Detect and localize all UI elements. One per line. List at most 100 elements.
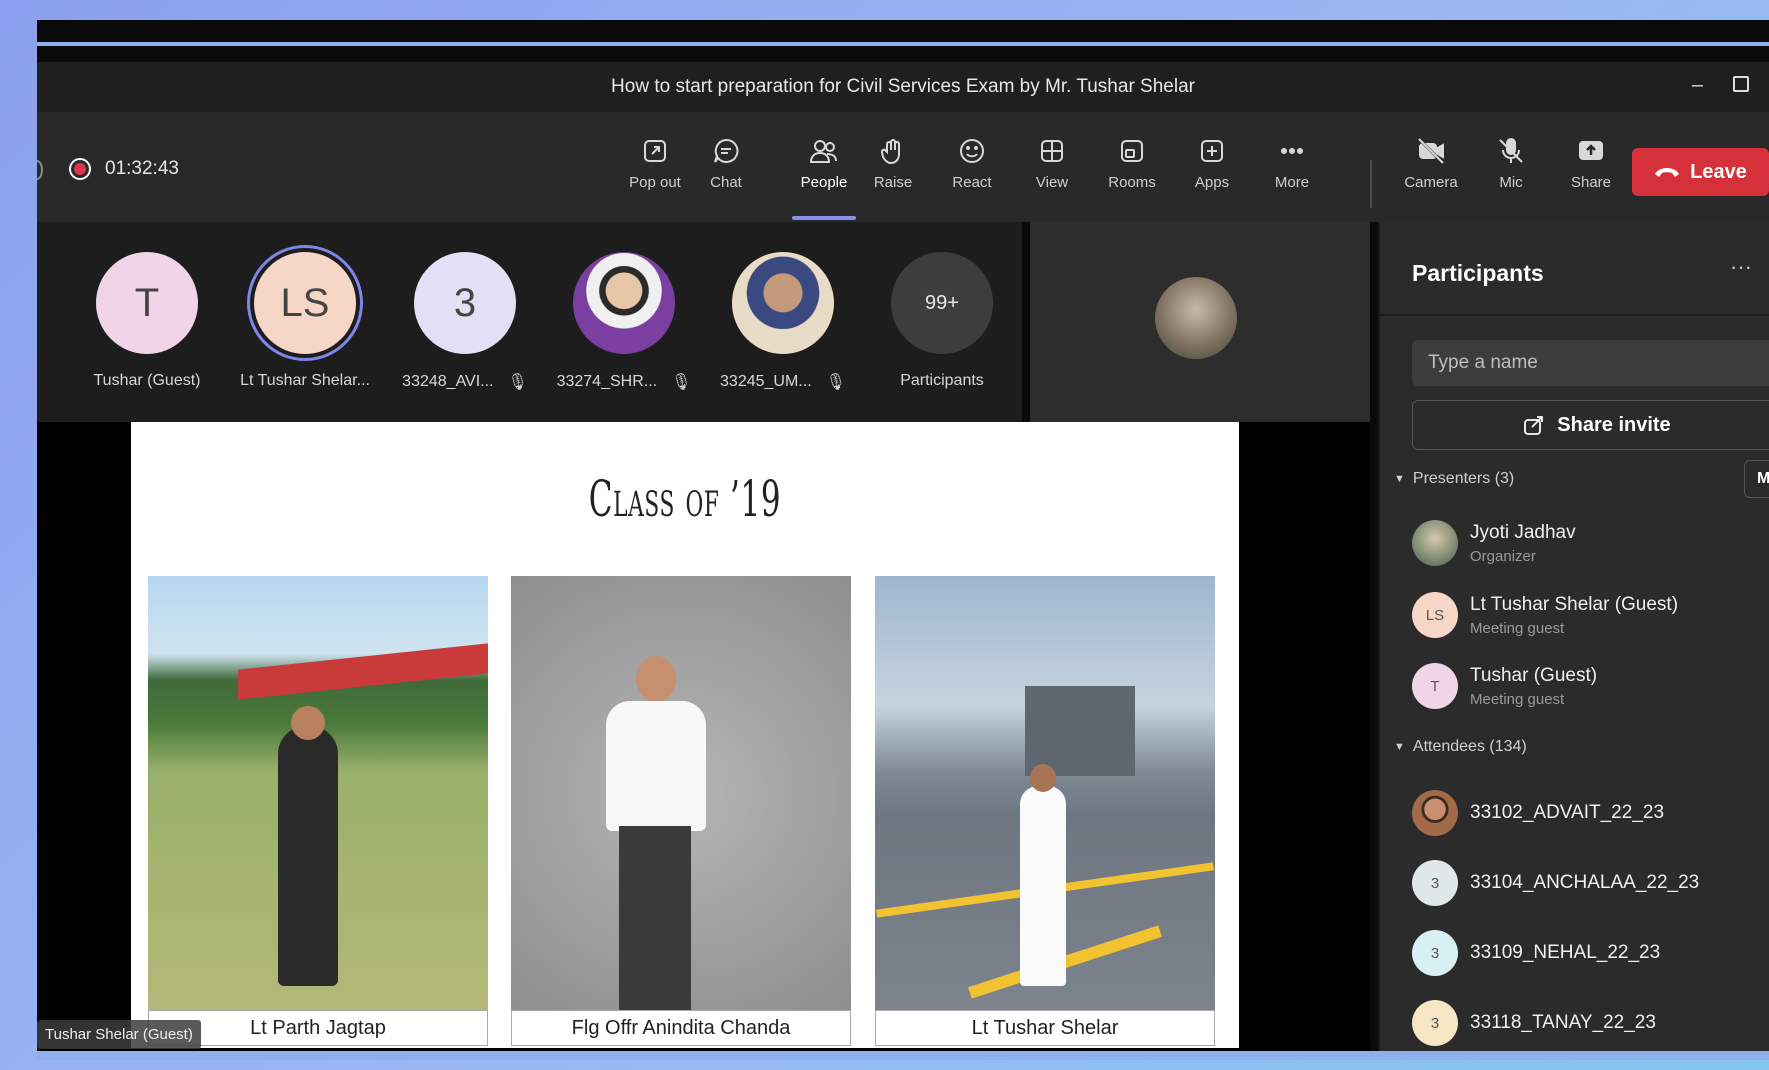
- participant-tile[interactable]: T Tushar (Guest): [67, 252, 227, 390]
- rooms-label: Rooms: [1108, 174, 1156, 191]
- attendee-row[interactable]: 3 33104_ANCHALAA_22_23: [1412, 860, 1699, 906]
- mic-off-icon: 🎙: [507, 374, 528, 391]
- mic-label: Mic: [1499, 174, 1523, 191]
- minimize-icon[interactable]: –: [1692, 74, 1703, 97]
- participant-name: 33245_UM...: [720, 373, 812, 390]
- avatar: LS: [254, 252, 356, 354]
- view-label: View: [1035, 174, 1069, 191]
- panel-title: Participants: [1412, 260, 1544, 286]
- chevron-down-icon: ▼: [1394, 741, 1405, 753]
- active-tab-indicator: [792, 216, 856, 220]
- participant-name: 33274_SHR...: [556, 373, 658, 390]
- recording-indicator: 01:32:43: [69, 158, 179, 180]
- share-label: Share: [1570, 174, 1612, 191]
- avatar: [732, 252, 834, 354]
- attendee-row[interactable]: 3 33118_TANAY_22_23: [1412, 1000, 1656, 1046]
- info-icon[interactable]: [37, 160, 43, 180]
- participant-tile[interactable]: 3 33248_AVI... 🎙: [385, 252, 545, 392]
- avatar: [1412, 520, 1458, 566]
- person-name: 33102_ADVAIT_22_23: [1470, 802, 1665, 823]
- participant-tile[interactable]: 33274_SHR... 🎙: [544, 252, 704, 392]
- apps-label: Apps: [1194, 174, 1230, 191]
- participants-panel: Participants ··· Share invite ▼ Presente…: [1378, 222, 1769, 1051]
- bottom-accent-line: [37, 1051, 1769, 1060]
- raise-label: Raise: [873, 174, 913, 191]
- more-button[interactable]: More: [1257, 136, 1327, 202]
- avatar: 3: [1412, 860, 1458, 906]
- presenter-row[interactable]: LS Lt Tushar Shelar (Guest) Meeting guest: [1412, 592, 1678, 638]
- people-button[interactable]: People: [789, 136, 859, 202]
- self-avatar: [1155, 277, 1237, 359]
- meeting-toolbar: 01:32:43 Pop out Chat People Raise React…: [37, 112, 1769, 222]
- participants-overflow[interactable]: 99+ Participants: [862, 252, 1022, 390]
- meeting-timer: 01:32:43: [105, 158, 179, 179]
- people-label: People: [800, 174, 848, 191]
- hand-icon: [881, 139, 900, 165]
- person-role: Organizer: [1470, 547, 1536, 565]
- person-name: Lt Tushar Shelar (Guest): [1470, 593, 1679, 615]
- person-name: Tushar (Guest): [1470, 664, 1598, 686]
- camera-off-icon: [1417, 137, 1445, 165]
- share-invite-button[interactable]: Share invite: [1412, 400, 1769, 450]
- react-label: React: [952, 174, 992, 191]
- shared-content-stage: Class of ’19 Lt Parth Jagtap Flg Offr An…: [37, 422, 1370, 1051]
- smiley-icon: [960, 139, 984, 163]
- share-screen-icon: [1579, 141, 1603, 160]
- chat-button[interactable]: Chat: [691, 136, 761, 202]
- avatar: T: [96, 252, 198, 354]
- popout-icon: [644, 140, 666, 162]
- avatar: 3: [1412, 930, 1458, 976]
- chevron-down-icon: ▼: [1394, 473, 1405, 485]
- caption: Lt Tushar Shelar: [875, 1010, 1215, 1046]
- chat-icon: [714, 138, 739, 163]
- leave-button[interactable]: Leave: [1632, 148, 1769, 196]
- rooms-button[interactable]: Rooms: [1097, 136, 1167, 202]
- attendee-row[interactable]: 33102_ADVAIT_22_23: [1412, 790, 1664, 836]
- person-role: Meeting guest: [1470, 690, 1565, 708]
- photo-tushar-shelar: [875, 576, 1215, 1010]
- panel-more-icon[interactable]: ···: [1730, 254, 1752, 280]
- self-video-tile[interactable]: [1030, 222, 1370, 422]
- presenter-row[interactable]: T Tushar (Guest) Meeting guest: [1412, 663, 1597, 709]
- view-button[interactable]: View: [1017, 136, 1087, 202]
- person-name: 33104_ANCHALAA_22_23: [1470, 872, 1700, 893]
- person-name: 33118_TANAY_22_23: [1470, 1012, 1656, 1033]
- presenters-section-toggle[interactable]: ▼ Presenters (3): [1394, 470, 1514, 488]
- person-name: Jyoti Jadhav: [1470, 521, 1576, 543]
- mic-button[interactable]: Mic: [1476, 136, 1546, 202]
- attendee-row[interactable]: 3 33109_NEHAL_22_23: [1412, 930, 1660, 976]
- meeting-title: How to start preparation for Civil Servi…: [611, 76, 1195, 97]
- camera-button[interactable]: Camera: [1396, 136, 1466, 202]
- presentation-slide: Class of ’19 Lt Parth Jagtap Flg Offr An…: [131, 422, 1239, 1048]
- overflow-count: 99+: [891, 252, 993, 354]
- participant-name: Tushar (Guest): [93, 372, 201, 389]
- more-dots-icon: [1281, 148, 1303, 154]
- raise-hand-button[interactable]: Raise: [858, 136, 928, 202]
- mic-off-icon: 🎙: [671, 374, 692, 391]
- slide-title: Class of ’19: [588, 470, 782, 528]
- attendees-section-toggle[interactable]: ▼ Attendees (134): [1394, 738, 1527, 756]
- apps-button[interactable]: Apps: [1177, 136, 1247, 202]
- avatar: [1412, 790, 1458, 836]
- react-button[interactable]: React: [937, 136, 1007, 202]
- maximize-icon[interactable]: [1733, 76, 1749, 92]
- avatar: [573, 252, 675, 354]
- title-bar: How to start preparation for Civil Servi…: [37, 62, 1769, 112]
- share-button[interactable]: Share: [1556, 136, 1626, 202]
- leave-label: Leave: [1690, 160, 1747, 183]
- record-icon: [69, 158, 91, 180]
- participant-name: 33248_AVI...: [402, 373, 494, 390]
- mute-all-button[interactable]: Mute: [1744, 460, 1769, 498]
- search-input[interactable]: [1412, 340, 1769, 386]
- participant-tile[interactable]: 33245_UM... 🎙: [703, 252, 863, 392]
- popout-button[interactable]: Pop out: [620, 136, 690, 202]
- avatar: LS: [1412, 592, 1458, 638]
- popout-label: Pop out: [629, 174, 681, 191]
- more-label: More: [1274, 174, 1310, 191]
- divider: [1380, 314, 1769, 316]
- teams-window: How to start preparation for Civil Servi…: [37, 20, 1769, 1060]
- mic-off-icon: 🎙: [825, 374, 846, 391]
- presenter-row[interactable]: Jyoti Jadhav Organizer: [1412, 520, 1576, 566]
- participant-tile-speaking[interactable]: LS Lt Tushar Shelar...: [225, 252, 385, 390]
- mic-off-icon: [1499, 138, 1523, 163]
